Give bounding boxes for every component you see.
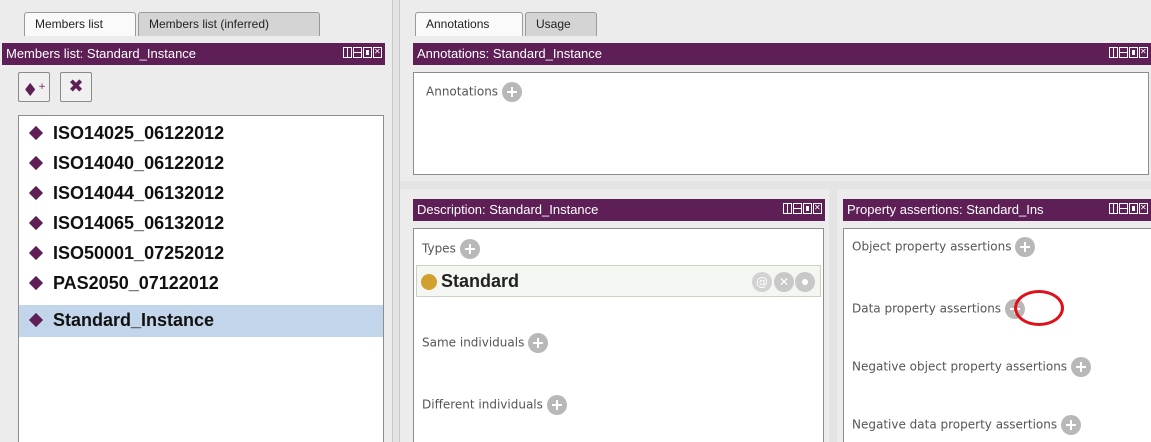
member-label: ISO50001_07252012 bbox=[53, 243, 225, 263]
list-item[interactable]: ISO14040_06122012 bbox=[19, 148, 383, 178]
panel-title: Description: Standard_Instance bbox=[417, 202, 599, 217]
split-horizontal-icon[interactable] bbox=[353, 47, 362, 58]
annotations-body: Annotations bbox=[413, 72, 1149, 175]
split-vertical-icon[interactable] bbox=[343, 47, 352, 58]
type-item-label: Standard bbox=[441, 271, 520, 291]
types-label: Types bbox=[422, 241, 456, 256]
individual-icon bbox=[28, 313, 44, 328]
same-individuals-label: Same individuals bbox=[422, 335, 525, 350]
member-label: ISO14025_06122012 bbox=[53, 123, 225, 143]
tab-label: Members list (inferred) bbox=[149, 17, 270, 31]
delete-individual-icon: ✖ bbox=[68, 76, 84, 97]
property-panel-header: Property assertions: Standard_Ins bbox=[843, 199, 1151, 221]
close-icon[interactable] bbox=[1139, 202, 1148, 214]
list-item[interactable]: ISO50001_07252012 bbox=[19, 238, 383, 268]
tab-members-list-inferred[interactable]: Members list (inferred) bbox=[138, 12, 320, 36]
panel-window-controls bbox=[1109, 46, 1148, 58]
panel-title: Property assertions: Standard_Ins bbox=[847, 202, 1044, 217]
list-item[interactable]: ISO14044_06132012 bbox=[19, 178, 383, 208]
add-different-individual-icon[interactable] bbox=[546, 395, 567, 415]
close-icon[interactable] bbox=[1139, 46, 1148, 58]
maximize-icon[interactable] bbox=[1129, 47, 1138, 58]
split-horizontal-icon[interactable] bbox=[1119, 47, 1128, 58]
list-item-selected[interactable]: Standard_Instance bbox=[19, 305, 383, 337]
individual-icon bbox=[28, 246, 44, 261]
tab-members-list[interactable]: Members list bbox=[24, 12, 136, 36]
panel-window-controls bbox=[343, 46, 382, 58]
tab-label: Members list bbox=[35, 17, 104, 31]
split-horizontal-icon[interactable] bbox=[793, 203, 802, 214]
annotations-label: Annotations bbox=[426, 84, 499, 99]
split-vertical-icon[interactable] bbox=[783, 203, 792, 214]
description-body: Types Standard @ ✕ Same individuals Diff… bbox=[413, 228, 824, 442]
edit-icon[interactable] bbox=[795, 272, 815, 292]
annotate-icon[interactable]: @ bbox=[752, 272, 772, 292]
individual-icon bbox=[28, 276, 44, 291]
data-property-label: Data property assertions bbox=[852, 301, 1002, 316]
class-icon bbox=[421, 274, 437, 290]
tab-label: Usage bbox=[536, 17, 571, 31]
remove-icon[interactable]: ✕ bbox=[774, 272, 794, 292]
member-label: Standard_Instance bbox=[53, 310, 215, 330]
negative-data-property-label: Negative data property assertions bbox=[852, 417, 1058, 432]
tab-label: Annotations bbox=[426, 17, 490, 31]
close-icon[interactable] bbox=[373, 46, 382, 58]
individual-icon bbox=[28, 186, 44, 201]
member-label: ISO14044_06132012 bbox=[53, 183, 225, 203]
add-annotation-icon[interactable] bbox=[501, 82, 522, 102]
maximize-icon[interactable] bbox=[1129, 203, 1138, 214]
add-same-individual-icon[interactable] bbox=[528, 333, 549, 353]
member-label: PAS2050_07122012 bbox=[53, 273, 219, 293]
add-object-property-icon[interactable] bbox=[1015, 237, 1036, 257]
members-panel-header: Members list: Standard_Instance bbox=[2, 43, 385, 65]
delete-individual-button[interactable]: ✖ bbox=[60, 72, 92, 102]
add-individual-icon: ♦+ bbox=[22, 80, 46, 101]
type-item-row[interactable]: Standard @ ✕ bbox=[416, 265, 821, 297]
list-item[interactable]: ISO14065_06132012 bbox=[19, 208, 383, 238]
split-vertical-icon[interactable] bbox=[1109, 203, 1118, 214]
description-panel-header: Description: Standard_Instance bbox=[413, 199, 825, 221]
vertical-splitter[interactable] bbox=[392, 0, 400, 442]
vertical-splitter-right[interactable] bbox=[829, 189, 837, 442]
annotations-panel-header: Annotations: Standard_Instance bbox=[413, 43, 1151, 65]
add-type-icon[interactable] bbox=[459, 239, 480, 259]
add-negative-object-property-icon[interactable] bbox=[1070, 357, 1091, 377]
members-list: ISO14025_06122012 ISO14040_06122012 ISO1… bbox=[18, 115, 384, 442]
different-individuals-label: Different individuals bbox=[422, 397, 543, 412]
horizontal-splitter[interactable] bbox=[400, 181, 1151, 189]
add-negative-data-property-icon[interactable] bbox=[1060, 415, 1081, 435]
list-item[interactable]: ISO14025_06122012 bbox=[19, 118, 383, 148]
list-item[interactable]: PAS2050_07122012 bbox=[19, 268, 383, 298]
add-individual-button[interactable]: ♦+ bbox=[18, 72, 50, 102]
highlight-circle bbox=[1014, 290, 1064, 326]
individual-icon bbox=[28, 216, 44, 231]
individual-icon bbox=[28, 126, 44, 141]
panel-title: Annotations: Standard_Instance bbox=[417, 46, 603, 61]
split-vertical-icon[interactable] bbox=[1109, 47, 1118, 58]
close-icon[interactable] bbox=[813, 202, 822, 214]
member-label: ISO14065_06132012 bbox=[53, 213, 225, 233]
panel-window-controls bbox=[783, 202, 822, 214]
split-horizontal-icon[interactable] bbox=[1119, 203, 1128, 214]
individual-icon bbox=[28, 156, 44, 171]
negative-object-property-label: Negative object property assertions bbox=[852, 359, 1068, 374]
tab-annotations[interactable]: Annotations bbox=[415, 12, 523, 36]
property-body: Object property assertions Data property… bbox=[843, 228, 1151, 442]
tab-usage[interactable]: Usage bbox=[525, 12, 597, 36]
maximize-icon[interactable] bbox=[803, 203, 812, 214]
panel-title: Members list: Standard_Instance bbox=[6, 46, 197, 61]
panel-window-controls bbox=[1107, 202, 1148, 214]
member-label: ISO14040_06122012 bbox=[53, 153, 225, 173]
object-property-label: Object property assertions bbox=[852, 239, 1012, 254]
maximize-icon[interactable] bbox=[363, 47, 372, 58]
